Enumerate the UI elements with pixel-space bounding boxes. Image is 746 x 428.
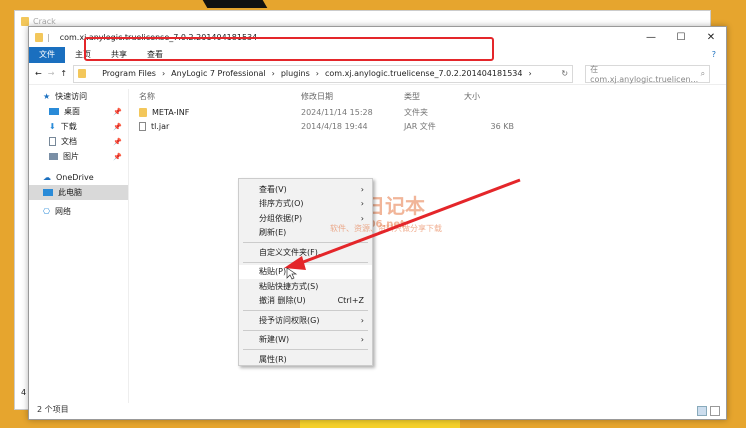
arrow-shaft	[297, 178, 521, 266]
mouse-cursor-icon	[286, 267, 298, 280]
annotation-arrow	[284, 178, 521, 280]
